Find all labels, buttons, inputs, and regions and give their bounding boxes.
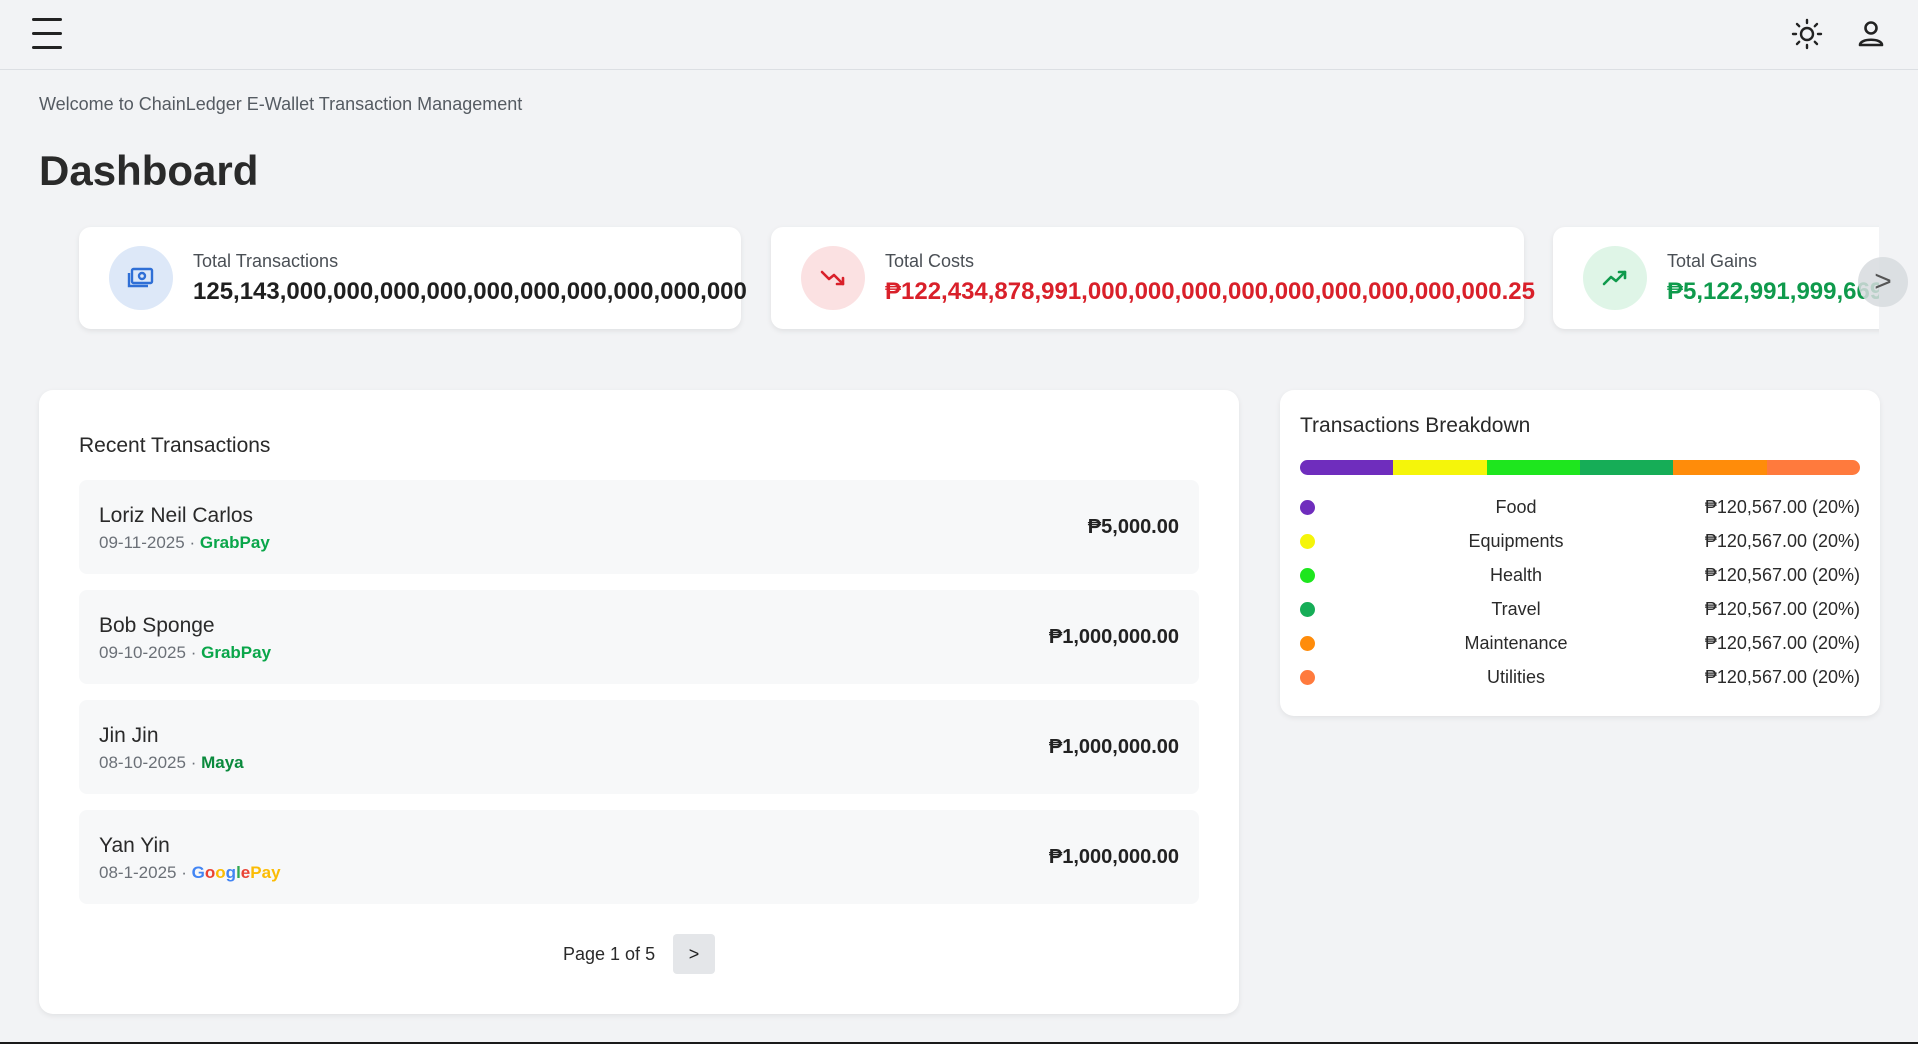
transaction-row[interactable]: Jin Jin 08-10-2025 · Maya ₱1,000,000.00 [79, 700, 1199, 794]
provider-googlepay: GooglePay [191, 863, 281, 882]
stat-value: 125,143,000,000,000,000,000,000,000,000,… [193, 277, 747, 305]
transaction-name: Jin Jin [99, 724, 159, 747]
provider-grabpay: GrabPay [199, 533, 270, 552]
cash-icon [109, 246, 173, 310]
user-icon[interactable] [1853, 16, 1889, 52]
transaction-amount: ₱1,000,000.00 [1048, 736, 1179, 758]
stat-card-total-gains: Total Gains ₱5,122,991,999,669,0 [1553, 227, 1879, 329]
category-label: Utilities [1486, 667, 1545, 687]
stat-value: ₱122,434,878,991,000,000,000,000,000,000… [885, 277, 1535, 305]
top-bar [0, 0, 1918, 70]
breakdown-row: Food ₱120,567.00 (20%) [1300, 492, 1860, 522]
transaction-meta: 08-1-2025 · GooglePay [99, 863, 281, 883]
transaction-date: 09-11-2025 [99, 533, 185, 552]
transaction-name: Loriz Neil Carlos [99, 504, 254, 527]
stat-label: Total Gains [1667, 250, 1758, 271]
transaction-meta: 09-10-2025 · GrabPay [99, 643, 271, 663]
pagination-text: Page 1 of 5 [563, 944, 656, 964]
breakdown-row: Equipments ₱120,567.00 (20%) [1300, 526, 1860, 556]
category-label: Equipments [1468, 531, 1564, 551]
transaction-row[interactable]: Loriz Neil Carlos 09-11-2025 · GrabPay ₱… [79, 480, 1199, 574]
provider-maya: Maya [201, 753, 244, 772]
transaction-date: 09-10-2025 [99, 643, 186, 662]
transaction-date: 08-1-2025 [99, 863, 177, 882]
sun-icon[interactable] [1789, 16, 1825, 52]
breakdown-bar [1300, 460, 1860, 475]
separator: · [190, 753, 197, 772]
breakdown-row: Maintenance ₱120,567.00 (20%) [1300, 628, 1860, 658]
transaction-row[interactable]: Yan Yin 08-1-2025 · GooglePay ₱1,000,000… [79, 810, 1199, 904]
breakdown-row: Travel ₱120,567.00 (20%) [1300, 594, 1860, 624]
provider-grabpay: GrabPay [201, 643, 272, 662]
category-value: ₱120,567.00 (20%) [1704, 565, 1860, 585]
category-label: Travel [1491, 599, 1541, 619]
breakdown-row: Utilities ₱120,567.00 (20%) [1300, 662, 1860, 692]
transaction-name: Yan Yin [99, 834, 170, 857]
stats-carousel: Total Transactions 125,143,000,000,000,0… [39, 220, 1879, 340]
recent-transactions-title: Recent Transactions [79, 434, 271, 457]
recent-transactions-panel: Recent Transactions Loriz Neil Carlos 09… [39, 390, 1239, 1014]
hamburger-menu-icon[interactable] [32, 18, 62, 50]
category-label: Food [1495, 497, 1537, 517]
breakdown-title: Transactions Breakdown [1300, 414, 1531, 437]
welcome-text: Welcome to ChainLedger E-Wallet Transact… [39, 94, 523, 114]
category-value: ₱120,567.00 (20%) [1704, 667, 1860, 687]
stat-value: ₱5,122,991,999,669,0 [1667, 277, 1879, 305]
breakdown-bar-segment [1300, 460, 1394, 475]
category-value: ₱120,567.00 (20%) [1704, 633, 1860, 653]
breakdown-bar-segment [1766, 460, 1860, 475]
transaction-date: 08-10-2025 [99, 753, 186, 772]
transaction-amount: ₱1,000,000.00 [1048, 846, 1179, 868]
transactions-breakdown-panel: Transactions Breakdown Food ₱120,567.00 … [1280, 390, 1880, 716]
category-label: Health [1489, 565, 1543, 585]
stat-card-total-transactions: Total Transactions 125,143,000,000,000,0… [79, 227, 747, 329]
breakdown-row: Health ₱120,567.00 (20%) [1300, 560, 1860, 590]
breakdown-bar-segment [1673, 460, 1767, 475]
separator: · [190, 643, 197, 662]
trending-up-icon [1583, 246, 1647, 310]
transaction-amount: ₱1,000,000.00 [1048, 626, 1179, 648]
transaction-row[interactable]: Bob Sponge 09-10-2025 · GrabPay ₱1,000,0… [79, 590, 1199, 684]
stat-card-total-costs: Total Costs ₱122,434,878,991,000,000,000… [771, 227, 1535, 329]
carousel-next-button[interactable]: > [1858, 257, 1908, 307]
breakdown-bar-segment [1579, 460, 1674, 475]
category-value: ₱120,567.00 (20%) [1704, 531, 1860, 551]
transaction-name: Bob Sponge [99, 614, 215, 637]
page-title: Dashboard [39, 147, 259, 194]
category-value: ₱120,567.00 (20%) [1704, 497, 1860, 517]
stat-label: Total Transactions [193, 250, 339, 271]
separator: · [189, 533, 196, 552]
pagination-next-button[interactable]: > [673, 934, 715, 974]
breakdown-bar-segment [1486, 460, 1580, 475]
category-value: ₱120,567.00 (20%) [1704, 599, 1860, 619]
transaction-meta: 09-11-2025 · GrabPay [99, 533, 270, 553]
separator: · [181, 863, 187, 882]
stat-label: Total Costs [885, 250, 975, 271]
category-label: Maintenance [1464, 633, 1568, 653]
trending-down-icon [801, 246, 865, 310]
breakdown-bar-segment [1393, 460, 1487, 475]
transaction-meta: 08-10-2025 · Maya [99, 753, 244, 773]
transaction-amount: ₱5,000.00 [1087, 516, 1179, 538]
